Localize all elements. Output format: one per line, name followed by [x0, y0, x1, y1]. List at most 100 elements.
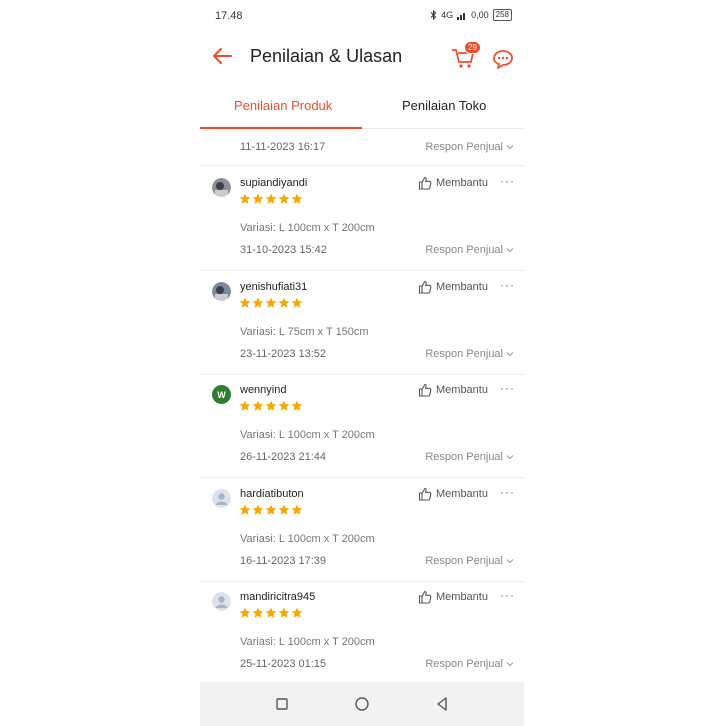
- respon-penjual-toggle[interactable]: Respon Penjual: [425, 348, 514, 360]
- page-title: Penilaian & Ulasan: [250, 46, 403, 66]
- status-bar: 17.48 4G 0,00 258: [200, 0, 524, 32]
- username[interactable]: supiandiyandi: [240, 177, 307, 189]
- star-icon: [252, 607, 264, 619]
- respon-penjual-label: Respon Penjual: [425, 554, 503, 567]
- star-icon: [278, 504, 290, 515]
- respon-penjual-label: Respon Penjual: [425, 141, 503, 153]
- helpful-label: Membantu: [436, 177, 488, 189]
- variant-text: Variasi: L 100cm x T 200cm: [240, 532, 375, 545]
- avatar[interactable]: W: [212, 385, 231, 405]
- chevron-down-icon: [506, 558, 514, 564]
- star-icon: [291, 400, 303, 411]
- avatar[interactable]: [212, 488, 231, 508]
- data-rate: 0,00: [471, 10, 489, 20]
- star-icon: [291, 607, 303, 619]
- star-icon: [265, 504, 277, 515]
- username[interactable]: yenishufiati31: [240, 281, 307, 293]
- respon-penjual-label: Respon Penjual: [425, 244, 503, 256]
- signal-label: 4G: [441, 10, 454, 20]
- variant-text: Variasi: L 100cm x T 200cm: [240, 222, 375, 234]
- username[interactable]: mandiricitra945: [240, 591, 315, 603]
- chat-icon[interactable]: [490, 46, 516, 72]
- review-date: 16-11-2023 17:39: [240, 554, 327, 567]
- nav-square-icon[interactable]: [272, 694, 292, 714]
- star-icon: [278, 193, 290, 204]
- star-icon: [252, 297, 264, 308]
- tab-penilaian-toko[interactable]: Penilaian Toko: [402, 98, 486, 113]
- avatar[interactable]: [212, 592, 231, 612]
- star-icon: [291, 193, 303, 204]
- star-icon: [291, 297, 303, 308]
- username[interactable]: wennyind: [240, 384, 286, 396]
- review-item: yenishufiati31 Membantu ··· Variasi: L 75cm…: [200, 270, 524, 375]
- review-date: 31-10-2023 15:42: [240, 244, 327, 256]
- review-footer-row: 11-11-2023 16:17 Respon Penjual: [200, 128, 524, 166]
- username[interactable]: hardiatibuton: [240, 488, 304, 500]
- bluetooth-icon: [430, 10, 437, 20]
- nav-circle-icon[interactable]: [352, 694, 372, 714]
- avatar[interactable]: [212, 178, 231, 197]
- star-icon: [239, 504, 251, 515]
- star-icon: [265, 607, 277, 619]
- star-icon: [252, 504, 264, 515]
- chevron-down-icon: [506, 145, 514, 150]
- respon-penjual-toggle[interactable]: Respon Penjual: [425, 658, 514, 670]
- review-date: 25-11-2023 01:15: [240, 658, 327, 671]
- variant-text: Variasi: L 100cm x T 200cm: [240, 636, 375, 649]
- respon-penjual-toggle[interactable]: Respon Penjual: [425, 555, 514, 567]
- helpful-label: Membantu: [436, 280, 488, 293]
- helpful-button[interactable]: Membantu: [418, 487, 488, 501]
- helpful-button[interactable]: Membantu: [418, 280, 488, 294]
- review-item: supiandiyandi Membantu ··· Variasi: L 100cm…: [200, 166, 524, 271]
- thumbs-up-icon: [418, 487, 432, 501]
- more-icon[interactable]: ···: [500, 485, 515, 499]
- variant-text: Variasi: L 75cm x T 150cm: [240, 325, 369, 338]
- respon-penjual-label: Respon Penjual: [425, 451, 503, 464]
- respon-penjual-label: Respon Penjual: [425, 658, 503, 671]
- helpful-button[interactable]: Membantu: [418, 590, 488, 604]
- respon-penjual-toggle[interactable]: Respon Penjual: [425, 244, 514, 256]
- respon-penjual-label: Respon Penjual: [425, 347, 503, 360]
- chevron-down-icon: [506, 351, 514, 356]
- respon-penjual-toggle[interactable]: Respon Penjual: [425, 141, 514, 153]
- android-nav-bar: [200, 682, 524, 726]
- rating-stars: [239, 504, 303, 516]
- star-icon: [252, 400, 264, 411]
- star-icon: [239, 297, 251, 308]
- star-icon: [291, 504, 303, 515]
- more-icon[interactable]: ···: [500, 174, 515, 188]
- star-icon: [278, 400, 290, 411]
- cart-badge: 29: [464, 41, 481, 54]
- avatar-letter: W: [217, 389, 226, 400]
- helpful-button[interactable]: Membantu: [418, 176, 488, 190]
- tab-penilaian-produk[interactable]: Penilaian Produk: [234, 98, 332, 113]
- helpful-button[interactable]: Membantu: [418, 383, 488, 397]
- review-item: mandiricitra945 Membantu ··· Variasi: L 100…: [200, 580, 524, 686]
- review-item: hardiatibuton Membantu ··· Variasi: L 100cm…: [200, 477, 524, 582]
- review-item: Wwennyind Membantu ··· Variasi: L 100cm x T…: [200, 373, 524, 479]
- thumbs-up-icon: [418, 280, 432, 294]
- status-icons: 4G 0,00 258: [430, 9, 512, 21]
- thumbs-up-icon: [418, 176, 432, 190]
- rating-stars: [239, 193, 303, 205]
- chevron-down-icon: [506, 248, 514, 253]
- more-icon[interactable]: ···: [500, 381, 515, 395]
- rating-stars: [239, 607, 303, 619]
- chevron-down-icon: [506, 455, 514, 460]
- status-time: 17.48: [215, 10, 243, 22]
- star-icon: [278, 607, 290, 619]
- avatar[interactable]: [212, 281, 231, 301]
- more-icon[interactable]: ···: [500, 278, 515, 292]
- back-arrow-icon[interactable]: [210, 44, 234, 68]
- star-icon: [252, 193, 264, 204]
- star-icon: [265, 400, 277, 411]
- star-icon: [278, 297, 290, 308]
- respon-penjual-toggle[interactable]: Respon Penjual: [425, 451, 514, 463]
- thumbs-up-icon: [418, 384, 432, 397]
- more-icon[interactable]: ···: [500, 588, 515, 602]
- review-date: 11-11-2023 16:17: [240, 141, 326, 153]
- header: Penilaian & Ulasan 29: [200, 34, 524, 80]
- nav-back-icon[interactable]: [432, 694, 452, 714]
- phone-screen: 17.48 4G 0,00 258 Penilaian & Ulasan 29: [200, 0, 524, 726]
- battery-indicator: 258: [492, 9, 512, 21]
